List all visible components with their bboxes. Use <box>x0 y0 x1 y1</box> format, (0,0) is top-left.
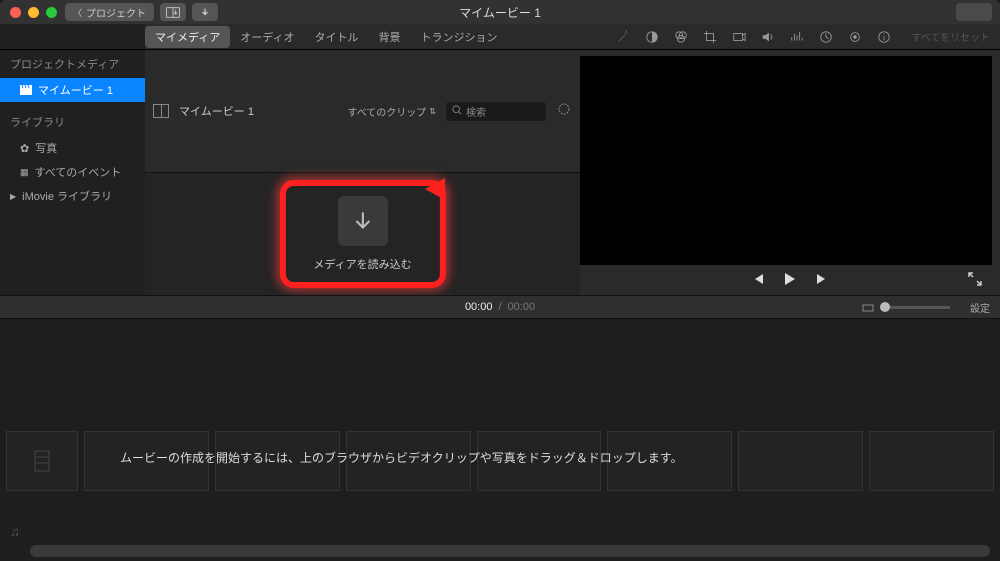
search-input[interactable]: 検索 <box>446 102 546 121</box>
prev-button[interactable] <box>751 272 765 288</box>
minimize-window[interactable] <box>28 7 39 18</box>
preview-viewer[interactable] <box>580 56 992 265</box>
updown-icon: ⇅ <box>429 107 436 116</box>
window-controls <box>0 7 57 18</box>
search-placeholder: 検索 <box>466 104 486 119</box>
settings-button[interactable]: 設定 <box>970 300 990 315</box>
star-frame-icon: ▦ <box>20 167 29 178</box>
search-icon <box>452 105 462 118</box>
music-note-icon: ♫ <box>10 524 20 539</box>
svg-text:i: i <box>883 33 885 42</box>
timeline-placeholder[interactable] <box>6 431 78 491</box>
enhance-icon[interactable] <box>615 29 630 44</box>
thumbnail-small-icon <box>862 302 874 312</box>
timeline-scrollbar[interactable] <box>30 545 990 557</box>
sidebar-item-photos[interactable]: ✿ 写真 <box>0 136 145 160</box>
browser-title: マイムービー 1 <box>179 103 254 119</box>
media-tabs: マイメディア オーディオ タイトル 背景 トランジション <box>145 26 507 48</box>
current-time: 00:00 <box>465 301 493 313</box>
reset-all-button[interactable]: すべてをリセット <box>911 29 990 44</box>
timeline-placeholder[interactable] <box>738 431 863 491</box>
sidebar-item-label: iMovie ライブラリ <box>22 188 112 204</box>
import-media-button[interactable] <box>337 196 387 246</box>
noise-reduction-icon[interactable] <box>789 29 804 44</box>
clips-filter-dropdown[interactable]: すべてのクリップ ⇅ <box>347 104 436 119</box>
window-title: マイムービー 1 <box>459 4 541 21</box>
tab-row: マイメディア オーディオ タイトル 背景 トランジション i すべてをリセット <box>0 24 1000 50</box>
clapper-icon <box>20 85 32 95</box>
playback-controls <box>580 265 1000 295</box>
sidebar-item-my-movie[interactable]: マイムービー 1 <box>0 78 145 102</box>
play-button[interactable] <box>783 272 797 289</box>
sidebar-item-label: 写真 <box>35 140 57 156</box>
total-time: 00:00 <box>508 301 536 313</box>
sidebar-section-project-media: プロジェクトメディア <box>0 50 145 78</box>
content-filter-icon[interactable] <box>556 102 572 121</box>
tab-backgrounds[interactable]: 背景 <box>368 26 410 48</box>
tab-my-media[interactable]: マイメディア <box>145 26 230 48</box>
share-button[interactable] <box>956 3 992 21</box>
sidebar-item-label: すべてのイベント <box>35 164 122 180</box>
annotation-highlight: メディアを読み込む <box>279 180 445 288</box>
crop-icon[interactable] <box>702 29 717 44</box>
titlebar: 〈 プロジェクト マイムービー 1 <box>0 0 1000 24</box>
fullscreen-button[interactable] <box>968 272 982 289</box>
maximize-window[interactable] <box>46 7 57 18</box>
sidebar: プロジェクトメディア マイムービー 1 ライブラリ ✿ 写真 ▦ すべてのイベン… <box>0 50 145 295</box>
disclosure-triangle-icon[interactable]: ▶ <box>10 192 16 201</box>
back-to-projects-button[interactable]: 〈 プロジェクト <box>65 3 154 21</box>
browser-header: マイムービー 1 すべてのクリップ ⇅ 検索 <box>145 50 580 173</box>
volume-icon[interactable] <box>760 29 775 44</box>
color-correction-icon[interactable] <box>673 29 688 44</box>
sidebar-item-all-events[interactable]: ▦ すべてのイベント <box>0 160 145 184</box>
next-button[interactable] <box>815 272 829 288</box>
close-window[interactable] <box>10 7 21 18</box>
sidebar-item-label: マイムービー 1 <box>38 82 113 98</box>
back-label: プロジェクト <box>86 5 146 20</box>
info-icon[interactable]: i <box>876 29 891 44</box>
zoom-slider[interactable] <box>862 302 950 312</box>
sidebar-item-imovie-library[interactable]: ▶ iMovie ライブラリ <box>0 184 145 208</box>
tab-titles[interactable]: タイトル <box>304 26 368 48</box>
stabilization-icon[interactable] <box>731 29 746 44</box>
import-media-button[interactable] <box>160 3 186 21</box>
tab-transitions[interactable]: トランジション <box>410 26 507 48</box>
speed-icon[interactable] <box>818 29 833 44</box>
timeline-drop-message: ムービーの作成を開始するには、上のブラウザからビデオクリップや写真をドラッグ＆ド… <box>120 449 683 466</box>
flower-icon: ✿ <box>20 142 29 155</box>
clip-placeholder-icon <box>33 449 51 473</box>
download-button[interactable] <box>192 3 218 21</box>
sidebar-section-library: ライブラリ <box>0 108 145 136</box>
timecode-bar: 00:00 / 00:00 設定 <box>0 295 1000 319</box>
list-view-toggle[interactable] <box>153 104 169 118</box>
inspector-toolbar: i すべてをリセット <box>605 29 1000 44</box>
color-balance-icon[interactable] <box>644 29 659 44</box>
clip-filter-icon[interactable] <box>847 29 862 44</box>
chevron-left-icon: 〈 <box>73 6 82 19</box>
tab-audio[interactable]: オーディオ <box>230 26 304 48</box>
browser-body[interactable]: メディアを読み込む <box>145 173 580 295</box>
timeline-placeholder[interactable] <box>869 431 994 491</box>
timeline[interactable]: ムービーの作成を開始するには、上のブラウザからビデオクリップや写真をドラッグ＆ド… <box>0 319 1000 561</box>
import-label: メディアを読み込む <box>313 256 411 272</box>
